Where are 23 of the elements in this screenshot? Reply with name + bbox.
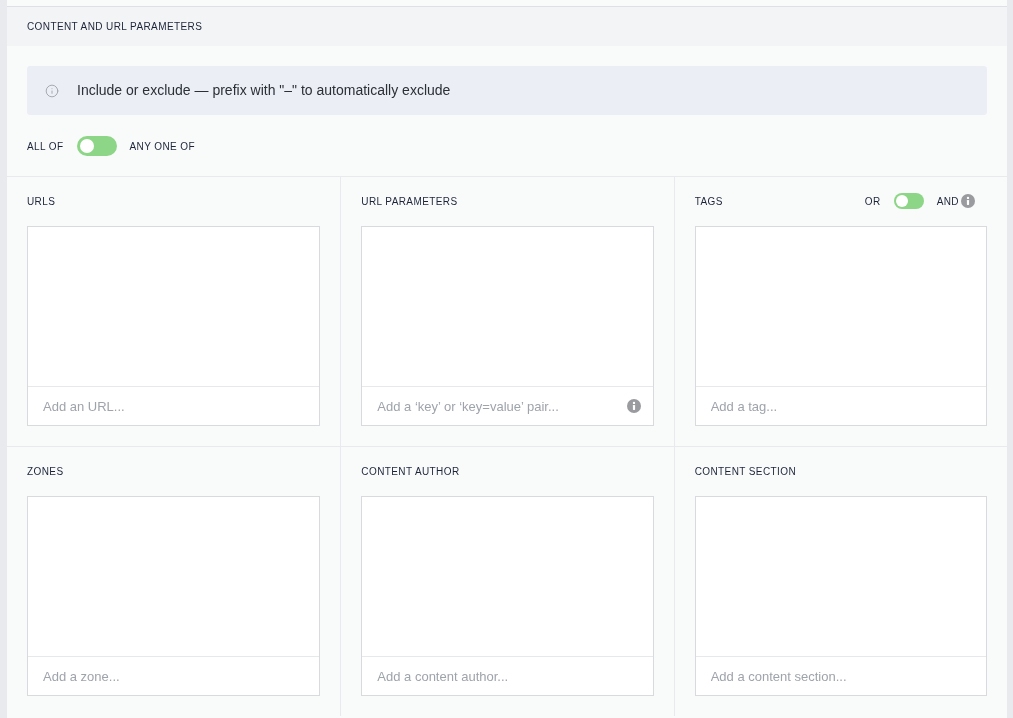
field-label: CONTENT AUTHOR [361,464,460,479]
input-field[interactable]: Add a zone... [28,657,308,695]
field-label: ZONES [27,464,64,479]
input-field[interactable]: Add a ‘key’ or ‘key=value’ pair... [362,387,627,425]
toggle-label: ANY ONE OF [129,139,195,154]
toggle-label: AND [936,194,959,209]
toggle-switch[interactable] [76,136,117,156]
toggle-label: OR [864,194,881,209]
field-label: TAGS [694,194,723,209]
field-label: URLS [27,194,56,209]
info-icon[interactable] [626,399,641,413]
info-icon[interactable] [961,194,975,208]
input-field[interactable]: Add a content section... [695,657,974,695]
notice-text: Include or exclude — prefix with "–" to automatically exclude [77,81,451,100]
toggle-switch[interactable] [893,193,924,209]
input-field[interactable]: Add a content author... [362,657,641,695]
toggle-label: ALL OF [27,139,64,154]
input-field[interactable]: Add a tag... [695,387,974,425]
section-title: CONTENT AND URL PARAMETERS [27,20,203,34]
info-icon [45,83,59,98]
field-label: CONTENT SECTION [694,464,797,479]
input-field[interactable]: Add an URL... [28,387,308,425]
field-label: URL PARAMETERS [361,194,458,209]
